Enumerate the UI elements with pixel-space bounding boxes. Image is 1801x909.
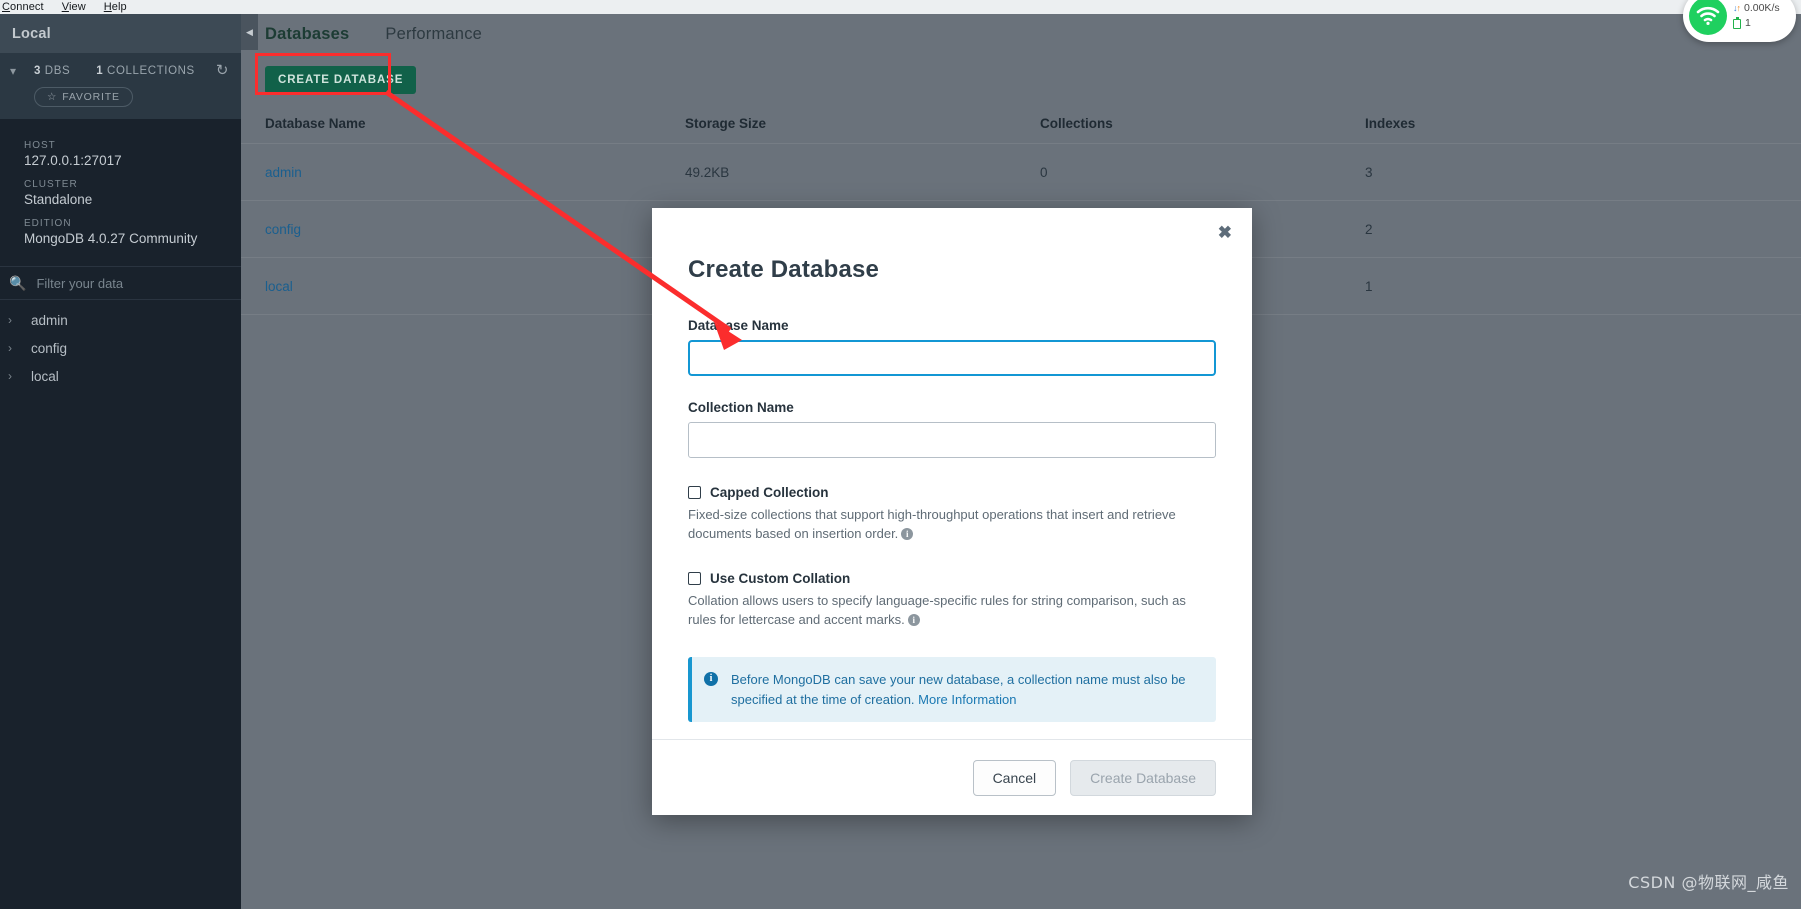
updown-arrows-icon: ↓↑ (1733, 2, 1741, 13)
network-speed-value: 0.00K/s (1744, 1, 1780, 14)
menu-item-view[interactable]: View (62, 1, 86, 14)
info-icon[interactable]: i (907, 613, 920, 626)
modal-footer: Cancel Create Database (652, 739, 1252, 815)
create-database-modal: ✖ Create Database Database Name Collecti… (652, 208, 1252, 815)
modal-body: Create Database Database Name Collection… (652, 208, 1252, 739)
modal-title: Create Database (688, 256, 880, 283)
network-stats: ↓↑ 0.00K/s 1 (1733, 1, 1780, 31)
capped-collection-checkbox-row[interactable]: Capped Collection (688, 485, 1216, 500)
info-banner: i Before MongoDB can save your new datab… (688, 657, 1216, 723)
custom-collation-checkbox-row[interactable]: Use Custom Collation (688, 571, 1216, 586)
info-icon: i (704, 672, 718, 687)
menu-bar: Connect View Help (0, 0, 1801, 14)
custom-collation-help: Collation allows users to specify langua… (688, 592, 1186, 627)
database-name-input[interactable] (688, 340, 1216, 376)
custom-collation-checkbox[interactable] (688, 571, 701, 585)
capped-collection-help: Fixed-size collections that support high… (688, 507, 1176, 541)
network-status-widget[interactable]: ↓↑ 0.00K/s 1 (1683, 0, 1796, 42)
watermark: CSDN @物联网_咸鱼 (1628, 873, 1789, 892)
menu-item-connect[interactable]: Connect (2, 1, 44, 14)
cancel-button[interactable]: Cancel (972, 759, 1057, 796)
info-icon[interactable]: i (901, 527, 914, 540)
custom-collation-label: Use Custom Collation (710, 570, 851, 586)
info-banner-text: Before MongoDB can save your new databas… (731, 672, 1186, 707)
menu-item-help[interactable]: Help (104, 1, 127, 14)
close-icon[interactable]: ✖ (1218, 224, 1232, 241)
network-count-value: 1 (1745, 17, 1751, 29)
capped-collection-checkbox[interactable] (688, 486, 701, 499)
app-window: Connect View Help Local ▾ 3 DBS 1 COLLEC… (0, 0, 1801, 909)
battery-icon (1733, 17, 1741, 29)
submit-create-database-button[interactable]: Create Database (1070, 759, 1216, 796)
database-name-label: Database Name (688, 318, 789, 333)
capped-collection-label: Capped Collection (710, 485, 829, 500)
more-information-link[interactable]: More Information (918, 692, 1016, 707)
collection-name-label: Collection Name (688, 400, 794, 415)
collection-name-input[interactable] (688, 422, 1216, 458)
wifi-icon (1689, 0, 1727, 35)
